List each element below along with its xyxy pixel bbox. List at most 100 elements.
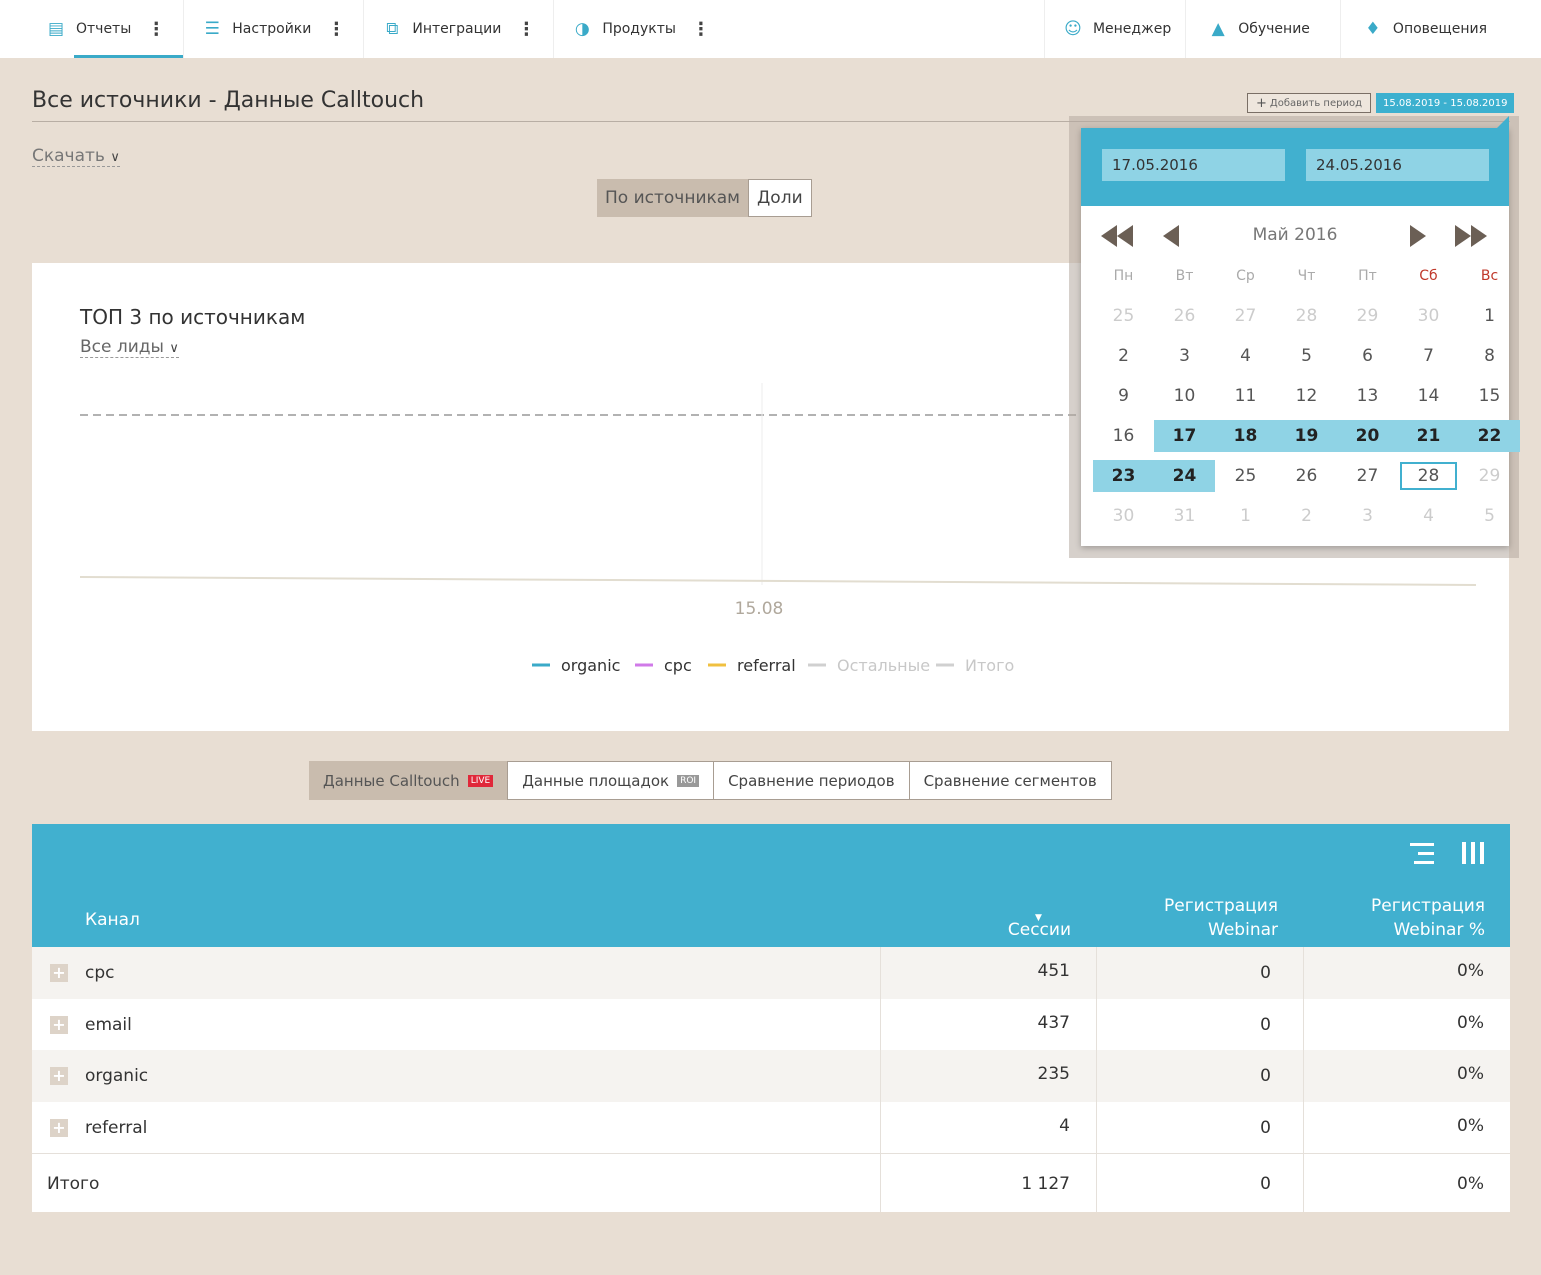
col-reg-webinar[interactable]: Регистрация Webinar [1164,894,1278,942]
more-dots-icon[interactable]: ⋮ [517,19,535,40]
nav-manager-label: Менеджер [1092,21,1172,37]
col-regp-line2: Webinar % [1393,920,1485,940]
expand-plus-icon[interactable]: + [50,1015,68,1034]
calendar-day[interactable]: 3 [1337,500,1398,532]
calendar-day[interactable]: 7 [1398,340,1459,372]
calendar-day[interactable]: 15 [1459,380,1520,412]
calendar-day[interactable]: 26 [1154,300,1215,332]
filter-lines-icon[interactable] [1410,840,1438,868]
table-row[interactable]: + organic 235 0 0% [32,1050,1510,1102]
row-sessions: 451 [1037,961,1070,981]
columns-icon[interactable] [1460,840,1488,868]
calendar-day-selected[interactable]: 22 [1459,420,1520,452]
calendar-day-selected[interactable]: 18 [1215,420,1276,452]
tab-calltouch-data[interactable]: Данные Calltouch LIVE [309,761,508,800]
calendar-day[interactable]: 2 [1276,500,1337,532]
table-row[interactable]: + cpc 451 0 0% [32,947,1510,999]
calendar-day[interactable]: 13 [1337,380,1398,412]
calendar-day[interactable]: 25 [1215,460,1276,492]
legend-label-2: referral [737,656,796,675]
chevron-down-icon: ∨ [169,341,179,356]
nav-manager[interactable]: ☺ Менеджер [1045,0,1185,58]
calendar-day-selected[interactable]: 20 [1337,420,1398,452]
nav-reports[interactable]: ▤ Отчеты ⋮ [28,0,184,58]
weekday-label: Чт [1297,268,1316,284]
calendar-day[interactable]: 26 [1276,460,1337,492]
toggle-shares[interactable]: Доли [748,179,812,217]
next-year-icon[interactable] [1455,225,1489,247]
calendar-day-selected[interactable]: 24 [1154,460,1215,492]
calendar-day[interactable]: 5 [1276,340,1337,372]
col-channel[interactable]: Канал [85,908,140,932]
calendar-day[interactable]: 25 [1093,300,1154,332]
add-period-button[interactable]: + Добавить период [1247,93,1371,113]
legend-label-3: Остальные [837,656,930,675]
nav-notifications[interactable]: ♦ Оповещения [1341,0,1541,58]
download-dropdown[interactable]: Скачать ∨ [32,146,120,167]
calendar-day[interactable]: 27 [1215,300,1276,332]
col-regp-line1: Регистрация [1371,896,1485,916]
calendar-day-today[interactable]: 28 [1398,460,1459,492]
tab-segment-compare[interactable]: Сравнение сегментов [909,761,1112,800]
row-channel: email [85,1014,132,1035]
expand-plus-icon[interactable]: + [50,964,68,982]
calendar-day[interactable]: 4 [1215,340,1276,372]
calendar-day[interactable]: 30 [1398,300,1459,332]
calendar-day-selected[interactable]: 23 [1093,460,1154,492]
calendar-day[interactable]: 16 [1093,420,1154,452]
nav-products[interactable]: ◑ Продукты ⋮ [554,0,728,58]
calendar-day[interactable]: 29 [1459,460,1520,492]
date-from-input[interactable]: 17.05.2016 [1102,149,1285,181]
calendar-day[interactable]: 30 [1093,500,1154,532]
col-reg-webinar-pct[interactable]: Регистрация Webinar % [1371,894,1485,942]
calendar-day-selected[interactable]: 17 [1154,420,1215,452]
calendar-day[interactable]: 27 [1337,460,1398,492]
calendar-day[interactable]: 1 [1459,300,1520,332]
calendar-day[interactable]: 5 [1459,500,1520,532]
calendar-day[interactable]: 3 [1154,340,1215,372]
more-dots-icon[interactable]: ⋮ [327,19,345,40]
row-sessions: 235 [1037,1064,1070,1084]
col-sessions[interactable]: Сессии [1008,918,1071,942]
nav-integrations-label: Интеграции [412,21,502,37]
total-sessions: 1 127 [1021,1174,1070,1194]
nav-settings[interactable]: ☰ Настройки ⋮ [184,0,363,58]
calendar-day[interactable]: 12 [1276,380,1337,412]
calendar-day[interactable]: 2 [1093,340,1154,372]
calendar-day[interactable]: 1 [1215,500,1276,532]
calendar-day[interactable]: 11 [1215,380,1276,412]
more-dots-icon[interactable]: ⋮ [692,19,710,40]
date-to-input[interactable]: 24.05.2016 [1306,149,1489,181]
table-row[interactable]: + referral 4 0 0% [32,1101,1510,1153]
total-label: Итого [47,1174,100,1194]
integrations-icon: ⧉ [386,19,399,39]
calendar-day[interactable]: 10 [1154,380,1215,412]
toggle-by-sources[interactable]: По источникам [597,179,749,217]
calendar-day[interactable]: 28 [1276,300,1337,332]
nav-training[interactable]: ▲ Обучение [1186,0,1340,58]
table-row[interactable]: + email 437 0 0% [32,998,1510,1050]
expand-plus-icon[interactable]: + [50,1118,68,1137]
weekday-label: Вс [1480,268,1499,284]
calendar-day[interactable]: 14 [1398,380,1459,412]
calendar-day-selected[interactable]: 19 [1276,420,1337,452]
row-regp: 0% [1457,1064,1484,1084]
expand-plus-icon[interactable]: + [50,1067,68,1085]
calendar-day[interactable]: 31 [1154,500,1215,532]
calendar-grid: Пн Вт Ср Чт Пт Сб Вс 25 26 27 28 29 30 1… [1093,260,1520,540]
calendar-day[interactable]: 8 [1459,340,1520,372]
calendar-day-selected[interactable]: 21 [1398,420,1459,452]
weekday-label: Пт [1358,268,1377,284]
calendar-day[interactable]: 9 [1093,380,1154,412]
metric-dropdown[interactable]: Все лиды ∨ [80,337,179,358]
calendar-day[interactable]: 4 [1398,500,1459,532]
row-reg: 0 [1260,1014,1271,1035]
tab-platform-data[interactable]: Данные площадок ROI [507,761,715,800]
more-dots-icon[interactable]: ⋮ [147,19,165,40]
calendar-day[interactable]: 6 [1337,340,1398,372]
calendar-day[interactable]: 29 [1337,300,1398,332]
next-month-icon[interactable] [1410,225,1428,247]
date-range-button[interactable]: 15.08.2019 - 15.08.2019 [1376,93,1515,113]
nav-integrations[interactable]: ⧉ Интеграции ⋮ [364,0,553,58]
tab-period-compare[interactable]: Сравнение периодов [714,761,910,800]
